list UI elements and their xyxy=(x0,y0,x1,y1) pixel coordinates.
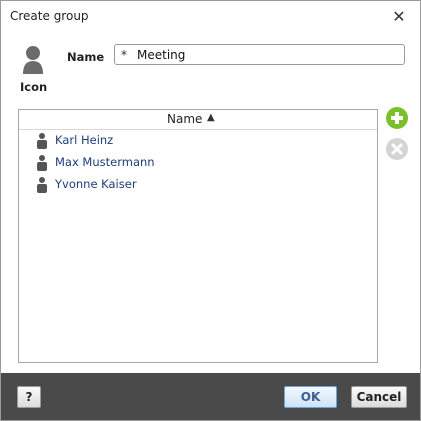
name-input[interactable]: * Meeting xyxy=(114,44,405,65)
member-name[interactable]: Max Mustermann xyxy=(55,155,155,169)
close-icon: ✕ xyxy=(392,6,406,26)
dialog-title: Create group xyxy=(10,9,89,23)
list-item[interactable]: Yvonne Kaiser xyxy=(19,174,377,196)
icon-label: Icon xyxy=(20,80,48,94)
plus-circle-icon xyxy=(391,112,403,124)
member-list[interactable]: Name ▲ Karl Heinz Max Mustermann Yvonne … xyxy=(18,109,378,363)
x-circle-icon xyxy=(391,143,403,155)
create-group-dialog: Create group ✕ Icon Name * Meeting Name … xyxy=(0,0,421,421)
help-button[interactable]: ? xyxy=(17,386,41,408)
remove-member-button[interactable] xyxy=(386,138,408,160)
name-value[interactable]: Meeting xyxy=(137,48,185,62)
title-bar: Create group ✕ xyxy=(1,1,420,31)
required-mark: * xyxy=(121,48,127,62)
group-avatar-icon[interactable] xyxy=(22,45,44,75)
list-item[interactable]: Max Mustermann xyxy=(19,152,377,174)
ok-button[interactable]: OK xyxy=(284,386,337,408)
person-icon xyxy=(37,133,47,149)
person-icon xyxy=(37,155,47,171)
list-item[interactable]: Karl Heinz xyxy=(19,130,377,152)
close-button[interactable]: ✕ xyxy=(387,5,411,27)
sort-ascending-icon[interactable]: ▲ xyxy=(207,112,215,123)
add-member-button[interactable] xyxy=(386,107,408,129)
name-label: Name xyxy=(67,50,105,64)
column-header-name[interactable]: Name xyxy=(167,112,202,126)
dialog-footer: ? OK Cancel xyxy=(1,373,420,420)
person-icon xyxy=(37,177,47,193)
list-header-name[interactable]: Name ▲ xyxy=(19,110,377,130)
member-name[interactable]: Yvonne Kaiser xyxy=(55,177,137,191)
cancel-button[interactable]: Cancel xyxy=(351,386,407,408)
member-name[interactable]: Karl Heinz xyxy=(55,133,113,147)
